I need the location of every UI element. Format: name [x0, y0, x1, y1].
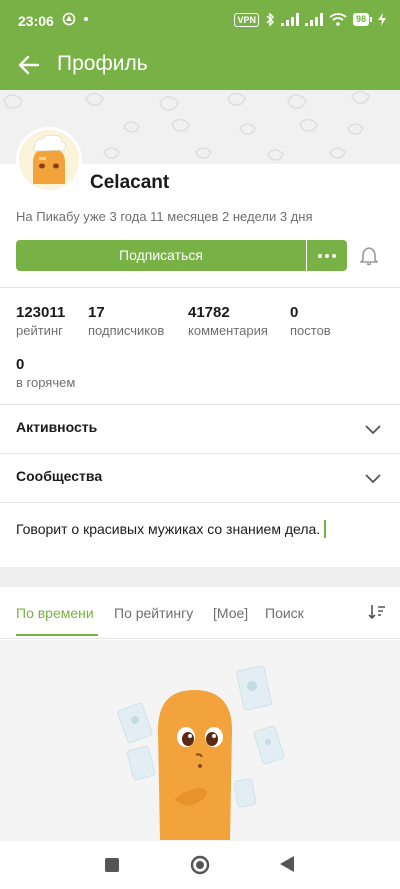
stat-value: 0 [16, 356, 25, 373]
profile-bio[interactable]: Говорит о красивых мужиках со знанием де… [16, 520, 327, 538]
empty-feed-area [0, 640, 400, 841]
stat-label: постов [290, 323, 331, 338]
app-toolbar: Профиль [0, 40, 400, 90]
bio-text: Говорит о красивых мужиках со знанием де… [16, 521, 321, 537]
active-tab-indicator [16, 634, 98, 636]
communities-label: Сообщества [16, 468, 103, 484]
back-arrow-icon[interactable] [16, 52, 42, 78]
stat-label: рейтинг [16, 323, 63, 338]
divider [0, 502, 400, 503]
wifi-icon [329, 13, 347, 26]
tab-search[interactable]: Поиск [265, 605, 304, 621]
tab-by-time[interactable]: По времени [16, 605, 94, 621]
avatar[interactable] [16, 127, 82, 193]
battery-indicator: 98 [352, 13, 372, 26]
stat-label: подписчиков [88, 323, 165, 338]
sort-icon[interactable] [368, 603, 386, 621]
charging-icon [378, 13, 386, 26]
stat-label: комментария [188, 323, 268, 338]
tab-by-rating[interactable]: По рейтингу [114, 605, 193, 621]
bell-icon[interactable] [359, 246, 379, 266]
thinking-mascot-illustration [117, 665, 285, 840]
recent-apps-icon[interactable] [105, 858, 119, 872]
stat-value: 41782 [188, 304, 230, 321]
profile-tenure: На Пикабу уже 3 года 11 месяцев 2 недели… [16, 209, 313, 224]
stat-subscribers[interactable]: 17 подписчиков [88, 304, 164, 338]
activity-section[interactable]: Активность [0, 405, 400, 453]
stat-hot[interactable]: 0 в горячем [16, 356, 75, 390]
stat-value: 0 [290, 304, 299, 321]
stat-posts[interactable]: 0 постов [290, 304, 331, 338]
bluetooth-icon [266, 12, 275, 27]
activity-label: Активность [16, 419, 98, 435]
signal-icon-2 [304, 13, 323, 26]
posts-tabs: По времени По рейтингу [Мое] Поиск [0, 587, 400, 639]
chevron-down-icon [365, 425, 381, 435]
status-bar: 23:06 VPN 98 [0, 0, 400, 40]
chef-avatar-icon [19, 130, 79, 190]
text-cursor [324, 520, 327, 538]
stat-label: в горячем [16, 375, 76, 390]
profile-username: Celacant [90, 172, 170, 193]
communities-section[interactable]: Сообщества [0, 454, 400, 502]
chevron-down-icon [365, 474, 381, 484]
battery-level: 98 [352, 13, 369, 26]
signal-icon-1 [280, 13, 299, 26]
stat-comments[interactable]: 41782 комментария [188, 304, 268, 338]
status-time: 23:06 [18, 13, 54, 29]
system-nav-bar [0, 841, 400, 889]
divider [0, 287, 400, 288]
subscribe-button[interactable]: Подписаться [16, 240, 306, 271]
pikabu-notification-icon [62, 12, 76, 26]
section-gap [0, 567, 400, 587]
stat-rating: 123011 рейтинг [16, 304, 65, 338]
more-options-button[interactable] [307, 240, 347, 271]
stat-value: 123011 [16, 304, 66, 321]
home-icon[interactable] [190, 855, 210, 875]
dot-icon [84, 17, 88, 21]
back-triangle-icon[interactable] [279, 855, 295, 873]
stat-value: 17 [88, 304, 105, 321]
tab-mine[interactable]: [Мое] [213, 605, 248, 621]
page-title: Профиль [57, 52, 148, 75]
vpn-badge: VPN [234, 12, 259, 27]
